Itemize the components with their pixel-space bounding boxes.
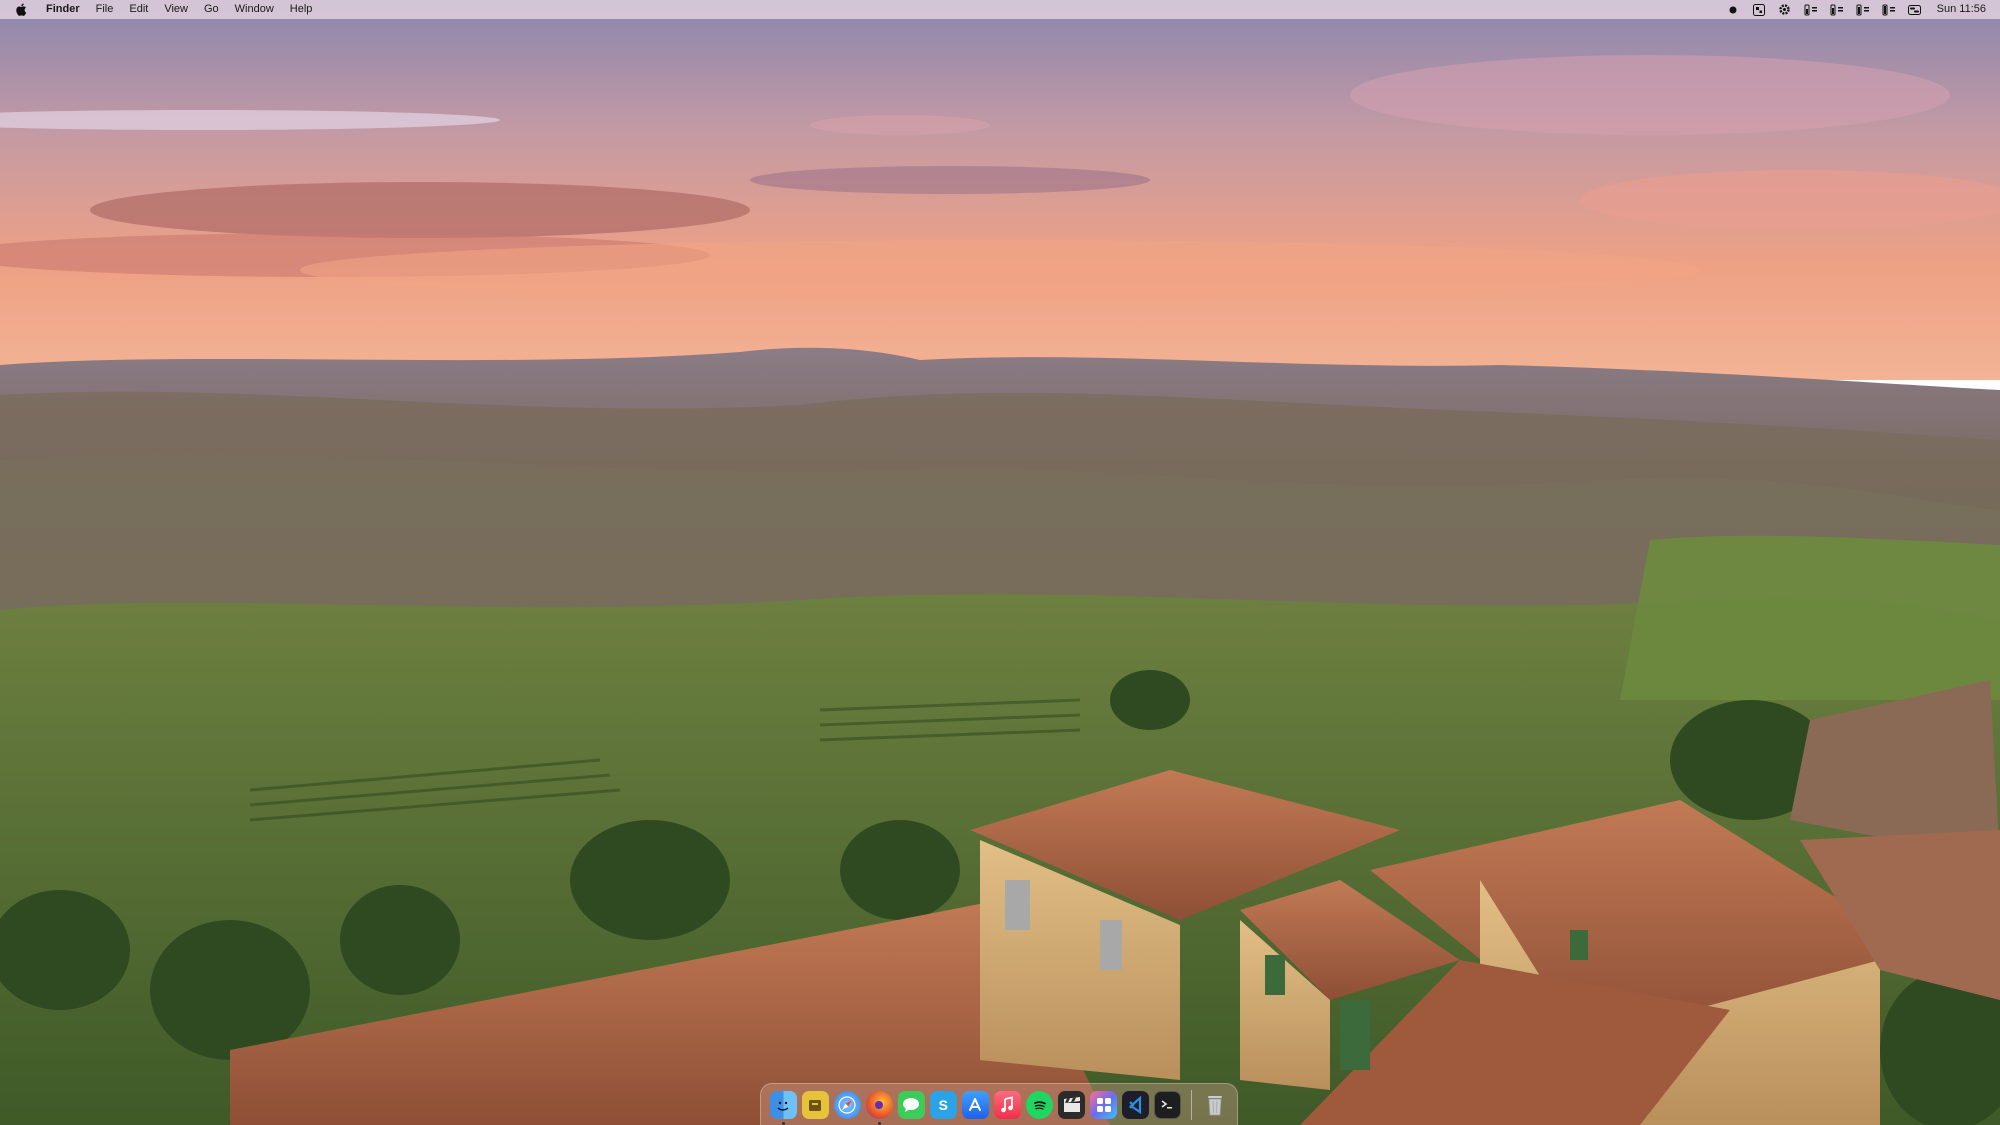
terminal-icon: [1161, 1099, 1172, 1108]
dock-vscode[interactable]: [1122, 1090, 1150, 1119]
wallpaper: [0, 0, 2000, 1125]
grid-icon[interactable]: [1751, 0, 1767, 19]
dock-finder[interactable]: [769, 1090, 797, 1125]
finder-icon: [777, 1101, 789, 1111]
music-note-icon: [1001, 1095, 1014, 1112]
dock-music[interactable]: [993, 1090, 1021, 1119]
launchpad-icon: [1096, 1097, 1111, 1112]
clapperboard-icon: [1063, 1096, 1080, 1112]
running-indicator: [781, 1121, 785, 1125]
dock-separator: [1190, 1089, 1192, 1120]
app-store-icon: [969, 1097, 982, 1111]
menu-window[interactable]: Window: [227, 0, 282, 19]
desktop: Finder File Edit View Go Window Help Sun…: [0, 0, 2000, 1125]
record-icon[interactable]: [1725, 0, 1741, 19]
menu-view[interactable]: View: [156, 0, 196, 19]
dock-launchpad[interactable]: [1090, 1090, 1118, 1119]
dock: S: [760, 1083, 1238, 1125]
dock-firefox[interactable]: [865, 1090, 893, 1125]
firefox-icon: [875, 1100, 884, 1109]
dock-messages[interactable]: [897, 1090, 925, 1119]
vscode-icon: [1128, 1095, 1141, 1114]
trash-icon: [1207, 1095, 1222, 1115]
running-indicator: [877, 1121, 881, 1125]
speech-bubble-icon: [903, 1097, 920, 1112]
battery-icon[interactable]: [1881, 0, 1897, 19]
dock-safari[interactable]: [833, 1090, 861, 1119]
archive-icon: [809, 1099, 822, 1111]
menu-help[interactable]: Help: [282, 0, 321, 19]
compass-icon: [838, 1095, 856, 1114]
dock-app-store[interactable]: [961, 1090, 989, 1119]
spotify-icon: [1033, 1100, 1046, 1110]
dock-final-cut[interactable]: [1058, 1090, 1086, 1119]
apple-menu-icon[interactable]: [14, 0, 28, 19]
menu-edit[interactable]: Edit: [121, 0, 156, 19]
dock-skype[interactable]: S: [929, 1090, 957, 1119]
control-center-icon[interactable]: [1907, 0, 1923, 19]
dock-terminal[interactable]: [1154, 1090, 1182, 1119]
menu-go[interactable]: Go: [196, 0, 227, 19]
battery-icon[interactable]: [1803, 0, 1819, 19]
dock-trash[interactable]: [1201, 1091, 1228, 1119]
menu-file[interactable]: File: [88, 0, 122, 19]
menu-clock[interactable]: Sun 11:56: [1937, 0, 1986, 19]
gear-icon[interactable]: [1777, 0, 1793, 19]
battery-icon[interactable]: [1829, 0, 1845, 19]
skype-icon: S: [938, 1096, 949, 1113]
menu-app-name[interactable]: Finder: [38, 0, 88, 19]
dock-spotify[interactable]: [1026, 1090, 1054, 1119]
menu-bar: Finder File Edit View Go Window Help Sun…: [0, 0, 2000, 19]
dock-archive[interactable]: [801, 1090, 829, 1119]
battery-icon[interactable]: [1855, 0, 1871, 19]
